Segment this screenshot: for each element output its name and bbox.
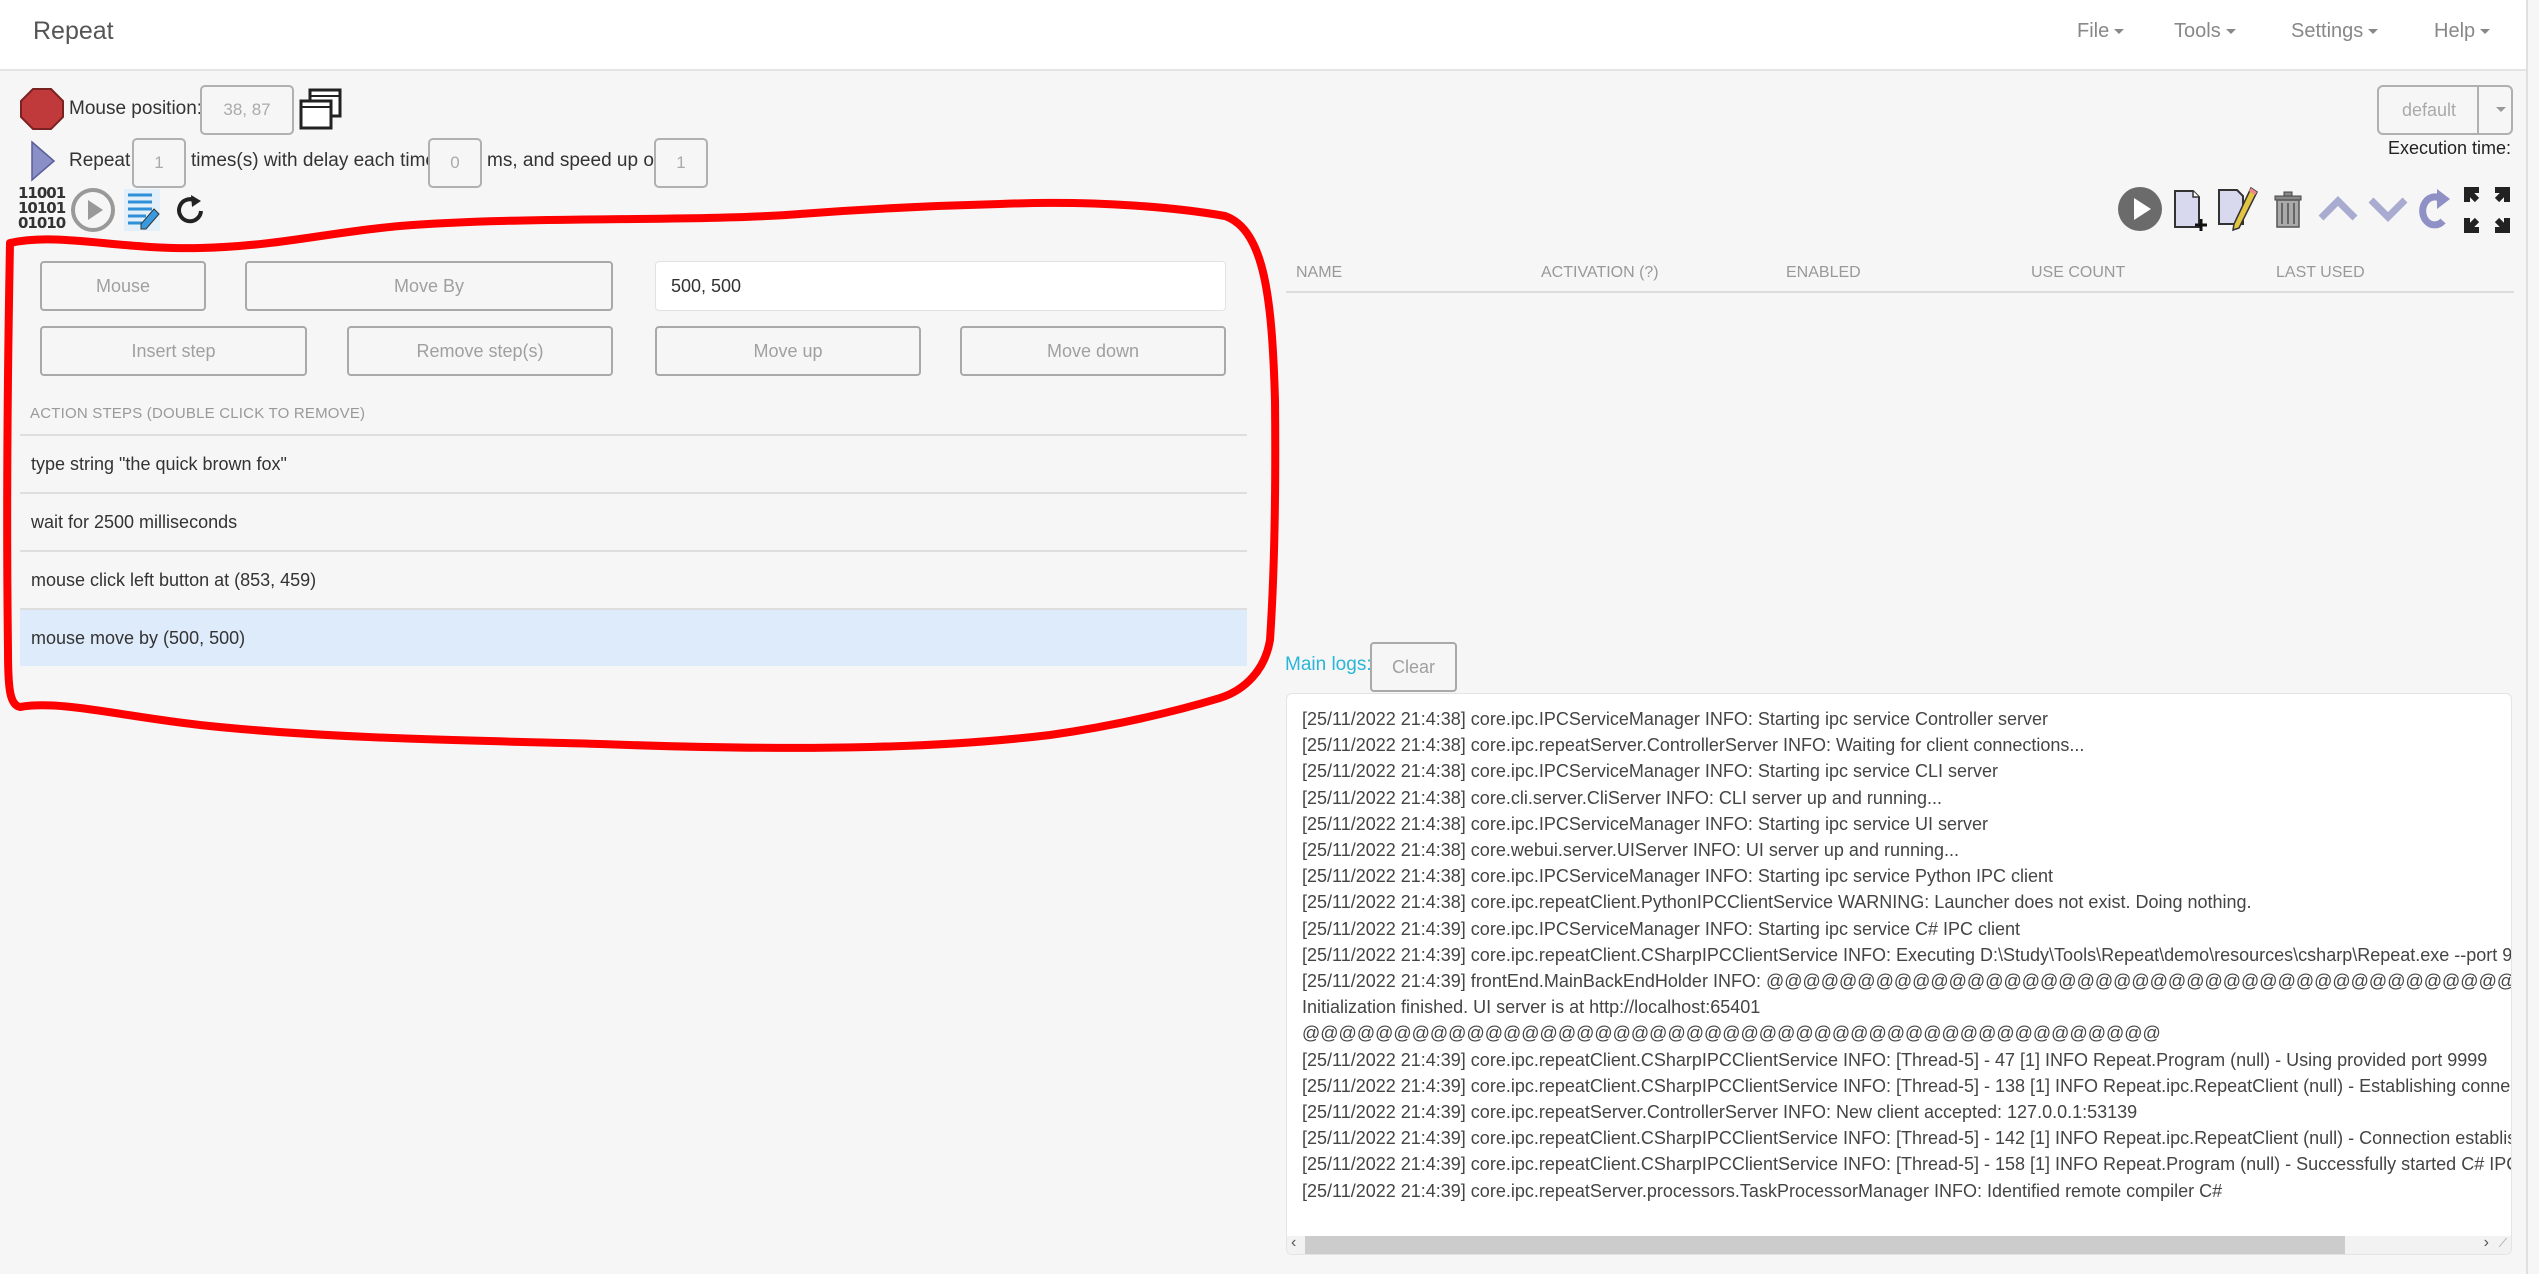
scrollbar-thumb[interactable]: [1305, 1236, 2345, 1254]
log-line: [25/11/2022 21:4:39] core.ipc.repeatClie…: [1302, 944, 2512, 965]
log-lines: [25/11/2022 21:4:38] core.ipc.IPCService…: [1302, 706, 2512, 1204]
menu-file[interactable]: File: [2077, 20, 2125, 43]
repeat-label: Repeat: [69, 150, 131, 171]
refresh-icon[interactable]: [2417, 187, 2451, 231]
log-line: [25/11/2022 21:4:39] core.ipc.repeatServ…: [1302, 1102, 2138, 1123]
action-button[interactable]: Move By: [245, 261, 613, 311]
fullscreen-icon[interactable]: [2463, 186, 2511, 234]
horizontal-scrollbar[interactable]: ‹ › ⟋: [1287, 1234, 2511, 1254]
menu-tools[interactable]: Tools: [2174, 20, 2236, 43]
edit-list-icon[interactable]: [124, 189, 160, 231]
log-line: [25/11/2022 21:4:38] core.ipc.repeatClie…: [1302, 892, 2252, 913]
dropdown-toggle[interactable]: [2479, 87, 2513, 133]
caret-down-icon: [2114, 29, 2125, 35]
step-item-selected[interactable]: mouse move by (500, 500): [20, 608, 1247, 666]
log-line: [25/11/2022 21:4:39] core.ipc.repeatClie…: [1302, 1154, 2512, 1175]
column-last-used[interactable]: LAST USED: [2276, 264, 2365, 282]
caret-down-icon: [2480, 29, 2491, 35]
column-use-count[interactable]: USE COUNT: [2031, 264, 2125, 282]
table-header-divider: [1286, 291, 2514, 293]
caret-down-icon: [2225, 29, 2236, 35]
device-button[interactable]: Mouse: [40, 261, 206, 311]
ms-label: ms, and speed up of: [487, 150, 660, 171]
logs-textarea[interactable]: [25/11/2022 21:4:38] core.ipc.IPCService…: [1286, 693, 2512, 1255]
move-down-icon[interactable]: [2368, 196, 2408, 222]
move-up-button[interactable]: Move up: [655, 326, 921, 376]
action-steps-list: type string "the quick brown fox" wait f…: [20, 434, 1247, 666]
move-up-icon[interactable]: [2318, 196, 2358, 222]
action-steps-header: ACTION STEPS (DOUBLE CLICK TO REMOVE): [30, 405, 366, 422]
run-task-icon[interactable]: [2117, 186, 2163, 232]
resize-grip-icon[interactable]: ⟋: [2499, 1236, 2507, 1251]
move-down-button[interactable]: Move down: [960, 326, 1226, 376]
times-label: times(s) with delay each time: [191, 150, 436, 171]
column-enabled[interactable]: ENABLED: [1786, 264, 1861, 282]
execution-time-label: Execution time:: [2388, 138, 2512, 158]
log-line: [25/11/2022 21:4:39] frontEnd.MainBackEn…: [1302, 971, 2512, 992]
speedup-field[interactable]: 1: [654, 138, 708, 188]
log-line: [25/11/2022 21:4:38] core.ipc.repeatServ…: [1302, 735, 2085, 756]
windows-icon[interactable]: [298, 86, 344, 132]
profile-dropdown[interactable]: default: [2377, 85, 2513, 135]
repeat-count-field[interactable]: 1: [132, 138, 186, 188]
log-line: [25/11/2022 21:4:39] core.ipc.repeatClie…: [1302, 1049, 2488, 1070]
insert-step-button[interactable]: Insert step: [40, 326, 307, 376]
log-line: @@@@@@@@@@@@@@@@@@@@@@@@@@@@@@@@@@@@@@@@…: [1302, 1023, 2161, 1044]
play-circle-icon[interactable]: [70, 187, 116, 233]
menu-settings[interactable]: Settings: [2291, 20, 2379, 43]
log-line: [25/11/2022 21:4:39] core.ipc.IPCService…: [1302, 918, 2021, 939]
log-line: [25/11/2022 21:4:38] core.cli.server.Cli…: [1302, 787, 1942, 808]
clear-logs-button[interactable]: Clear: [1370, 642, 1457, 692]
navbar: Repeat File Tools Settings Help: [0, 0, 2526, 71]
menu-file-label: File: [2077, 20, 2110, 42]
menu-help[interactable]: Help: [2434, 20, 2491, 43]
remove-steps-button[interactable]: Remove step(s): [347, 326, 613, 376]
log-line: [25/11/2022 21:4:38] core.ipc.IPCService…: [1302, 761, 1998, 782]
app-title[interactable]: Repeat: [33, 17, 114, 46]
log-line: [25/11/2022 21:4:38] core.ipc.IPCService…: [1302, 866, 2054, 887]
stop-sign-icon[interactable]: [20, 88, 64, 130]
column-activation[interactable]: ACTIVATION (?): [1541, 264, 1659, 282]
step-item[interactable]: mouse click left button at (853, 459): [20, 550, 1247, 608]
play-triangle-icon[interactable]: [30, 140, 56, 182]
step-item[interactable]: type string "the quick brown fox": [20, 434, 1247, 492]
mouse-position-field[interactable]: 38, 87: [200, 85, 294, 135]
profile-selected: default: [2401, 100, 2457, 120]
parameter-input[interactable]: [655, 261, 1226, 311]
binary-icon[interactable]: 11001 10101 01010: [18, 186, 70, 230]
log-line: Initialization finished. UI server is at…: [1302, 997, 1761, 1018]
caret-down-icon: [2368, 29, 2379, 35]
menu-settings-label: Settings: [2291, 20, 2364, 42]
log-line: [25/11/2022 21:4:38] core.ipc.IPCService…: [1302, 813, 1988, 834]
caret-down-icon: [2496, 107, 2506, 112]
edit-task-icon[interactable]: [2217, 186, 2259, 232]
mouse-position-label: Mouse position:: [69, 98, 203, 119]
log-line: [25/11/2022 21:4:38] core.webui.server.U…: [1302, 840, 1960, 861]
menu-tools-label: Tools: [2174, 20, 2221, 42]
menu-help-label: Help: [2434, 20, 2476, 42]
scroll-right-icon[interactable]: ›: [2484, 1234, 2489, 1252]
reload-icon[interactable]: [174, 193, 206, 227]
delay-field[interactable]: 0: [428, 138, 482, 188]
page-scrollbar[interactable]: [2526, 0, 2539, 1274]
column-name[interactable]: NAME: [1296, 264, 1342, 282]
log-line: [25/11/2022 21:4:39] core.ipc.repeatServ…: [1302, 1180, 2223, 1201]
delete-task-icon[interactable]: [2273, 190, 2303, 228]
new-task-icon[interactable]: [2173, 189, 2207, 231]
log-line: [25/11/2022 21:4:39] core.ipc.repeatClie…: [1302, 1075, 2512, 1096]
step-item[interactable]: wait for 2500 milliseconds: [20, 492, 1247, 550]
log-line: [25/11/2022 21:4:38] core.ipc.IPCService…: [1302, 709, 2049, 729]
scroll-left-icon[interactable]: ‹: [1291, 1234, 1296, 1252]
log-line: [25/11/2022 21:4:39] core.ipc.repeatClie…: [1302, 1128, 2512, 1149]
main-logs-label: Main logs:: [1285, 654, 1372, 675]
